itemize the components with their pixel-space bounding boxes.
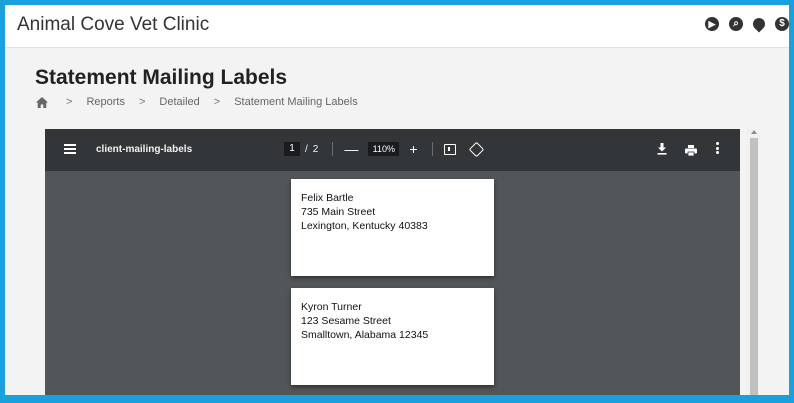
zoom-input[interactable]: 110% xyxy=(368,142,400,156)
menu-icon[interactable] xyxy=(64,144,76,154)
total-pages: 2 xyxy=(312,143,319,155)
breadcrumb: > Reports > Detailed > Statement Mailing… xyxy=(36,96,358,108)
feed-icon[interactable]: ▶ xyxy=(705,17,719,31)
scroll-thumb[interactable] xyxy=(750,138,758,395)
page-title: Statement Mailing Labels xyxy=(35,66,288,89)
mailing-label: Felix Bartle 735 Main Street Lexington, … xyxy=(291,179,494,276)
download-icon[interactable] xyxy=(657,142,667,155)
current-page-input[interactable]: 1 xyxy=(284,142,300,156)
label-street: 123 Sesame Street xyxy=(301,315,391,327)
scroll-up-arrow-icon[interactable] xyxy=(751,130,757,134)
breadcrumb-separator: > xyxy=(66,96,73,108)
pdf-toolbar: client-mailing-labels 1 / 2 — 110% + xyxy=(45,129,740,171)
top-bar: Animal Cove Vet Clinic ▶ ⌕ $ xyxy=(5,5,789,48)
print-icon[interactable] xyxy=(685,143,697,156)
label-street: 735 Main Street xyxy=(301,206,376,218)
search-icon[interactable]: ⌕ xyxy=(729,17,743,31)
pdf-filename: client-mailing-labels xyxy=(96,144,193,155)
location-icon[interactable] xyxy=(750,15,768,33)
page-scrollbar[interactable] xyxy=(747,129,761,395)
more-options-icon[interactable] xyxy=(715,142,719,154)
zoom-out-button[interactable]: — xyxy=(344,142,358,156)
label-city-line: Smalltown, Alabama 12345 xyxy=(301,329,429,341)
fit-page-icon[interactable] xyxy=(443,143,456,155)
pdf-viewer[interactable]: client-mailing-labels 1 / 2 — 110% + Fel… xyxy=(45,129,740,395)
mailing-label: Kyron Turner 123 Sesame Street Smalltown… xyxy=(291,288,494,385)
rotate-icon[interactable] xyxy=(468,141,484,157)
toolbar-actions xyxy=(657,142,719,156)
label-name: Kyron Turner xyxy=(301,301,362,313)
dollar-icon[interactable]: $ xyxy=(775,17,789,31)
home-icon[interactable] xyxy=(36,96,48,108)
page-separator: / xyxy=(305,143,308,155)
app-frame: Animal Cove Vet Clinic ▶ ⌕ $ Statement M… xyxy=(5,5,789,395)
label-city-line: Lexington, Kentucky 40383 xyxy=(301,220,428,232)
app-title: Animal Cove Vet Clinic xyxy=(17,14,210,35)
breadcrumb-separator: > xyxy=(213,96,221,108)
zoom-in-button[interactable]: + xyxy=(409,142,417,156)
page-zoom-controls: 1 / 2 — 110% + xyxy=(284,141,484,157)
toolbar-divider xyxy=(332,142,334,156)
toolbar-divider xyxy=(431,142,433,156)
breadcrumb-detailed[interactable]: Detailed xyxy=(159,96,199,108)
breadcrumb-separator: > xyxy=(138,96,146,108)
breadcrumb-current: Statement Mailing Labels xyxy=(234,96,358,108)
label-name: Felix Bartle xyxy=(301,192,354,204)
breadcrumb-reports[interactable]: Reports xyxy=(86,96,125,108)
top-icon-group: ▶ ⌕ $ xyxy=(705,15,789,33)
